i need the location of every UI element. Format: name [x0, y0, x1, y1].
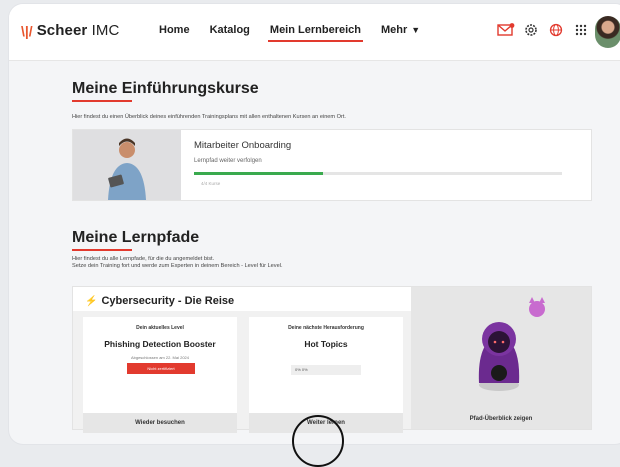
next-level-progress: 0% 0%: [291, 365, 361, 375]
next-level-card: Deine nächste Herausforderung Hot Topics…: [249, 317, 403, 433]
nav-item-mehr[interactable]: Mehr ▼: [381, 24, 420, 42]
current-level-card: Dein aktuelles Level Phishing Detection …: [83, 317, 237, 433]
intro-course-card[interactable]: Mitarbeiter Onboarding Lernpfad weiter v…: [72, 129, 592, 201]
globe-icon[interactable]: [547, 21, 565, 39]
heading-underline: [72, 249, 132, 251]
course-progress-bar: [194, 172, 562, 175]
header-tools: [497, 21, 590, 39]
next-level-name: Hot Topics: [304, 339, 348, 349]
nav-item-home[interactable]: Home: [159, 24, 190, 42]
main-nav: Home Katalog Mein Lernbereich Mehr ▼: [159, 24, 420, 42]
course-meta: 4/4 Kurse: [201, 181, 221, 186]
nav-item-mein-lernbereich[interactable]: Mein Lernbereich: [267, 24, 364, 42]
course-progress-fill: [194, 172, 323, 175]
learning-path-levels: Dein aktuelles Level Phishing Detection …: [73, 311, 411, 433]
heading-underline: [72, 100, 132, 102]
intro-section-heading-text: Meine Einführungskurse: [72, 80, 259, 97]
path-overview-button[interactable]: Pfad-Überblick zeigen: [411, 409, 591, 429]
mail-icon[interactable]: [497, 21, 515, 39]
intro-section-heading: Meine Einführungskurse: [72, 80, 259, 102]
path-icon: ⚡: [85, 296, 98, 307]
user-avatar[interactable]: [595, 16, 620, 48]
nav-item-mehr-label: Mehr: [380, 24, 408, 36]
certificate-button[interactable]: Nicht zertifiziert: [127, 363, 195, 374]
path-overview-panel: Pfad-Überblick zeigen: [411, 287, 591, 429]
main-content: Meine Einführungskurse Hier findest du e…: [9, 61, 620, 444]
current-level-name: Phishing Detection Booster: [104, 339, 216, 349]
current-level-label: Dein aktuelles Level: [136, 325, 184, 331]
revisit-button[interactable]: Wieder besuchen: [83, 413, 237, 433]
paths-section-description-2: Setze dein Training fort und werde zum E…: [72, 263, 283, 269]
app-window: \|/ Scheer IMC Home Katalog Mein Lernber…: [9, 4, 620, 444]
course-title[interactable]: Mitarbeiter Onboarding: [194, 140, 291, 151]
course-continue-link[interactable]: Lernpfad weiter verfolgen: [194, 158, 262, 164]
touch-cursor-indicator: [292, 415, 344, 467]
paths-section-heading-text: Meine Lernpfade: [72, 229, 200, 246]
nav-item-katalog[interactable]: Katalog: [210, 24, 250, 42]
intro-section-description: Hier findest du einen Überblick deines e…: [72, 114, 346, 120]
learning-path-title-text: Cybersecurity - Die Reise: [101, 295, 235, 307]
logo-name-bold: Scheer: [36, 22, 88, 39]
gear-icon[interactable]: [522, 21, 540, 39]
logo-name-rest: IMC: [87, 22, 120, 39]
learning-path-title: ⚡ Cybersecurity - Die Reise: [85, 295, 234, 307]
course-image: [73, 130, 181, 200]
scheer-imc-logo[interactable]: \|/ Scheer IMC: [21, 22, 119, 39]
learning-path-card: ⚡ Cybersecurity - Die Reise Dein aktuelle…: [72, 286, 592, 433]
top-navigation-bar: \|/ Scheer IMC Home Katalog Mein Lernber…: [9, 4, 620, 61]
next-level-label: Deine nächste Herausforderung: [288, 325, 364, 331]
paths-section-heading: Meine Lernpfade: [72, 229, 200, 251]
current-level-meta: Abgeschlossen am 22. Mai 2024: [130, 355, 190, 360]
apps-grid-icon[interactable]: [572, 21, 590, 39]
hacker-illustration: [478, 297, 545, 391]
chevron-down-icon: ▼: [411, 25, 421, 35]
logo-mark: \|/: [21, 22, 33, 39]
paths-section-description-1: Hier findest du alle Lernpfade, für die …: [72, 256, 215, 262]
